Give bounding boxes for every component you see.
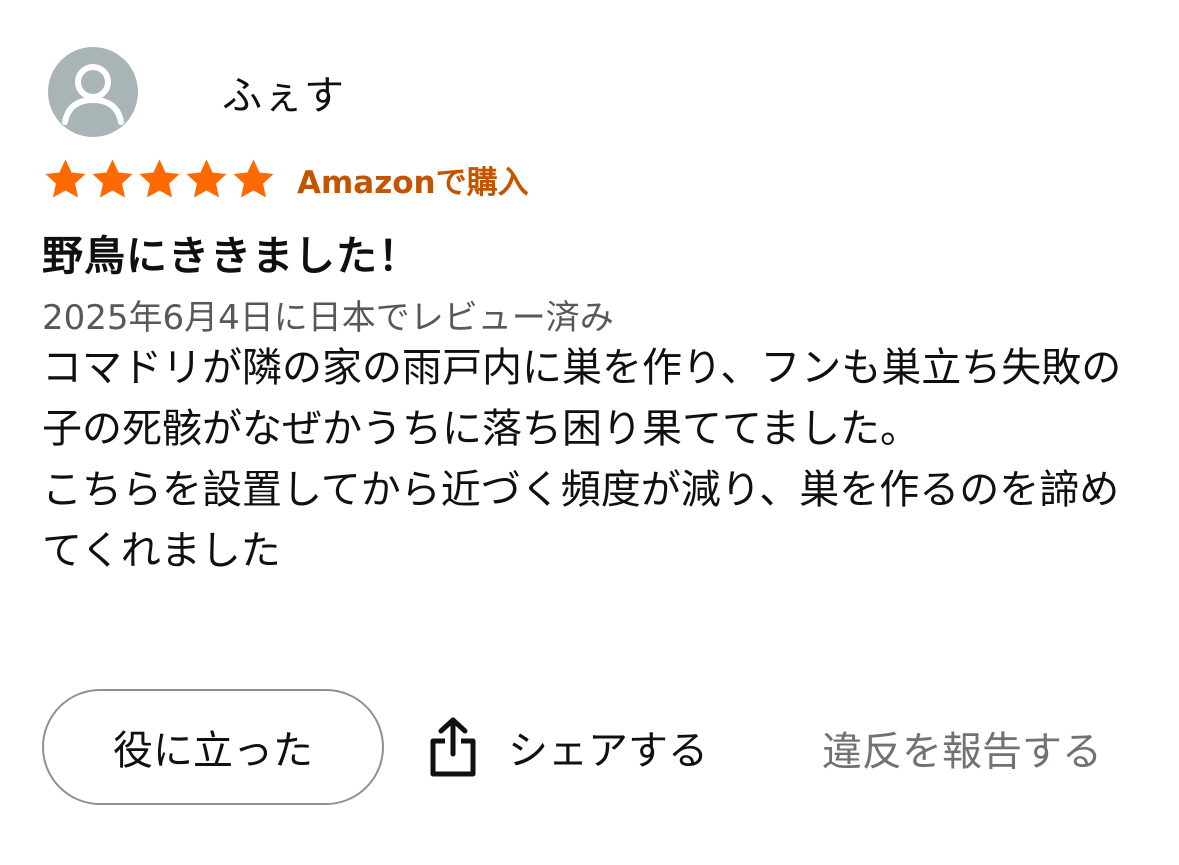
review-card: ふぇす Amazonで購入 野鳥にききました！ 2025年6月4日に日本でレビュ… bbox=[0, 0, 1179, 865]
review-actions: 役に立った シェアする 違反を報告する bbox=[42, 689, 1142, 805]
star-icon bbox=[92, 159, 133, 198]
star-icon bbox=[233, 159, 274, 198]
reviewer-profile[interactable]: ふぇす bbox=[48, 47, 345, 137]
default-user-icon bbox=[62, 64, 124, 125]
review-body: コマドリが隣の家の雨戸内に巣を作り、フンも巣立ち失敗の子の死骸がなぜかうちに落ち… bbox=[42, 338, 1137, 582]
share-button[interactable]: シェアする bbox=[428, 707, 708, 787]
reviewer-name[interactable]: ふぇす bbox=[222, 63, 345, 121]
star-icon bbox=[139, 159, 180, 198]
star-icon bbox=[45, 159, 86, 198]
report-abuse-link[interactable]: 違反を報告する bbox=[822, 719, 1102, 777]
avatar[interactable] bbox=[48, 47, 138, 137]
helpful-button[interactable]: 役に立った bbox=[42, 689, 384, 805]
star-icon bbox=[186, 159, 227, 198]
star-rating[interactable] bbox=[42, 156, 277, 203]
review-title: 野鳥にききました！ bbox=[42, 232, 420, 280]
share-icon bbox=[430, 717, 476, 777]
share-label: シェアする bbox=[508, 728, 708, 774]
review-paragraph: こちらを設置してから近づく頻度が減り、巣を作るのを諦めてくれました bbox=[42, 467, 1120, 574]
review-paragraph: コマドリが隣の家の雨戸内に巣を作り、フンも巣立ち失敗の子の死骸がなぜかうちに落ち… bbox=[42, 345, 1122, 452]
rating-row: Amazonで購入 bbox=[42, 152, 529, 206]
verified-purchase-badge: Amazonで購入 bbox=[297, 164, 529, 201]
review-date: 2025年6月4日に日本でレビュー済み bbox=[42, 298, 614, 338]
